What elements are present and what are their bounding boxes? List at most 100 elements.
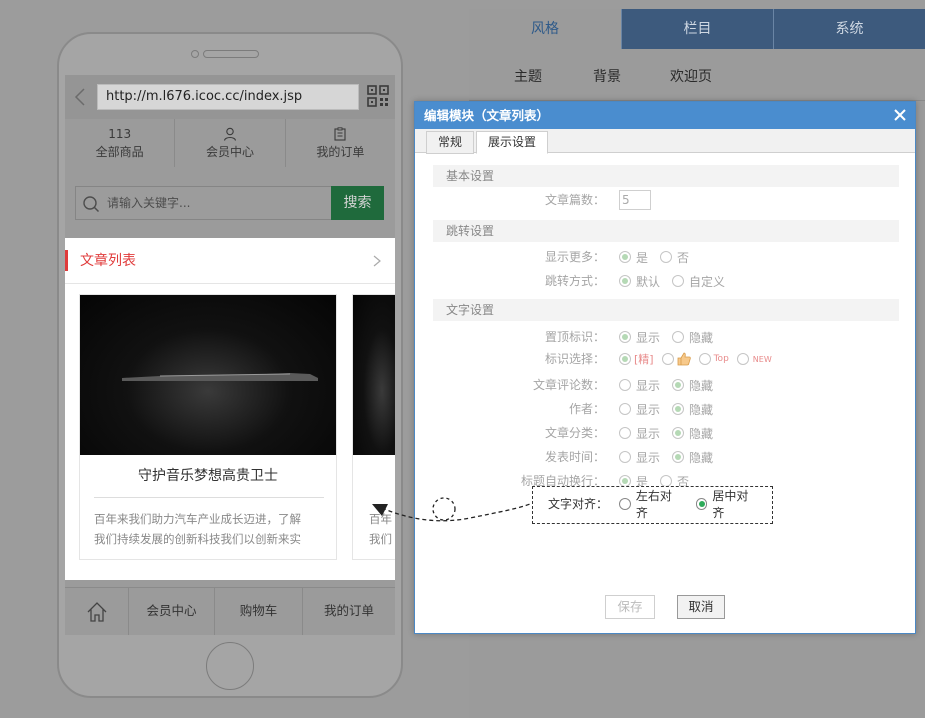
option-label: 默认 — [636, 274, 661, 289]
search-box[interactable]: 请输入关键字... 搜索 — [75, 186, 384, 220]
option-label: 显示 — [636, 330, 661, 345]
top-mark-hide-radio[interactable] — [672, 331, 685, 343]
settings-tabs: 风格 栏目 系统 — [469, 9, 925, 49]
cancel-button[interactable]: 取消 — [677, 595, 725, 619]
mark-thumb-radio[interactable] — [661, 353, 674, 365]
bottom-nav-home[interactable] — [65, 588, 129, 635]
nav-member-center[interactable]: 会员中心 — [175, 119, 286, 167]
summary-line: 我们 — [369, 532, 392, 546]
jump-custom-radio[interactable] — [672, 275, 685, 287]
phone-home-button — [206, 642, 254, 690]
show-more-yes-radio[interactable] — [619, 251, 631, 263]
save-button[interactable]: 保存 — [605, 595, 655, 619]
mark-top-radio[interactable] — [698, 353, 711, 365]
nav-label: 我的订单 — [316, 145, 365, 159]
article-count-input[interactable]: 5 — [619, 190, 651, 210]
align-justify-radio[interactable] — [619, 498, 631, 510]
nav-label: 全部商品 — [95, 145, 144, 159]
option-label: 否 — [677, 250, 690, 265]
tab-columns[interactable]: 栏目 — [620, 9, 773, 49]
camera-dot — [191, 50, 199, 58]
qr-code-icon[interactable] — [367, 85, 389, 107]
row-mark-select: 标识选择： [精] Top NEW — [415, 349, 915, 369]
search-icon — [83, 196, 100, 213]
article-card[interactable]: 守护音乐梦想高贵卫士 百年来我们助力汽车产业成长迈进，了解 我们持续发展的创新科… — [79, 294, 337, 560]
author-show-radio[interactable] — [619, 403, 631, 415]
section-jump: 跳转设置 — [433, 220, 899, 242]
field-label: 标识选择： — [544, 352, 605, 366]
tab-display-settings[interactable]: 展示设置 — [476, 131, 549, 154]
option-label: 显示 — [636, 450, 661, 465]
publish-time-hide-radio[interactable] — [672, 451, 685, 463]
url-input[interactable]: http://m.l676.icoc.cc/index.jsp — [97, 84, 359, 110]
bottom-nav-cart[interactable]: 购物车 — [215, 588, 303, 635]
field-label: 跳转方式： — [544, 274, 605, 288]
subtab-welcome-page[interactable]: 欢迎页 — [670, 49, 712, 105]
option-label: 显示 — [636, 426, 661, 441]
nav-all-products[interactable]: 113 全部商品 — [65, 119, 176, 167]
mark-new-radio[interactable] — [736, 353, 749, 365]
option-label: 隐藏 — [689, 426, 714, 441]
title-accent-bar — [65, 250, 68, 271]
article-image — [80, 295, 336, 455]
close-icon[interactable] — [891, 106, 909, 124]
summary-line: 百年来我们助力汽车产业成长迈进，了解 — [94, 512, 301, 526]
bottom-nav: 会员中心 购物车 我的订单 — [65, 587, 395, 635]
row-author: 作者： 显示 隐藏 — [415, 399, 915, 419]
comments-show-radio[interactable] — [619, 379, 631, 391]
subtab-theme[interactable]: 主题 — [498, 49, 558, 105]
back-arrow-icon[interactable] — [73, 87, 87, 107]
show-more-no-radio[interactable] — [660, 251, 673, 263]
article-list-header[interactable]: 文章列表 — [65, 238, 395, 284]
field-label: 置顶标识： — [544, 330, 605, 344]
article-title: 守护音乐梦想高贵卫士 — [138, 468, 278, 484]
subtab-background[interactable]: 背景 — [593, 49, 621, 105]
chevron-right-icon — [373, 255, 381, 267]
phone-screen: http://m.l676.icoc.cc/index.jsp 113 全部商品… — [65, 75, 395, 635]
home-icon — [87, 601, 106, 622]
annotation-connector — [372, 497, 531, 522]
mark-new-tag: NEW — [752, 354, 772, 364]
style-subtabs: 主题 背景 欢迎页 — [469, 49, 925, 105]
publish-time-show-radio[interactable] — [619, 451, 631, 463]
product-count: 113 — [108, 127, 132, 141]
order-icon — [334, 127, 346, 141]
dialog-tabs: 常规 展示设置 — [415, 129, 915, 154]
mark-top-tag: Top — [713, 354, 729, 364]
option-label: 是 — [636, 250, 649, 265]
option-label: 隐藏 — [689, 330, 714, 345]
url-bar: http://m.l676.icoc.cc/index.jsp — [65, 75, 395, 119]
text-align-highlight: 文字对齐： 左右对齐 居中对齐 — [532, 486, 773, 524]
mark-jing-radio[interactable] — [619, 353, 631, 365]
jump-default-radio[interactable] — [619, 275, 631, 287]
author-hide-radio[interactable] — [672, 403, 685, 415]
search-placeholder: 请输入关键字... — [107, 196, 191, 210]
row-comments: 文章评论数： 显示 隐藏 — [415, 375, 915, 395]
category-hide-radio[interactable] — [672, 427, 685, 439]
edit-module-dialog: 编辑模块（文章列表） 常规 展示设置 基本设置 文章篇数： 5 跳转设置 显示更… — [414, 101, 916, 634]
field-label: 文章篇数： — [544, 193, 605, 207]
nav-my-orders[interactable]: 我的订单 — [286, 119, 395, 167]
nav-label: 会员中心 — [205, 145, 254, 159]
field-label: 作者： — [568, 402, 605, 416]
option-label: 隐藏 — [689, 450, 714, 465]
top-nav: 113 全部商品 会员中心 我的订单 — [65, 119, 395, 167]
search-button[interactable]: 搜索 — [331, 186, 384, 220]
top-mark-show-radio[interactable] — [619, 331, 631, 343]
comments-hide-radio[interactable] — [672, 379, 685, 391]
article-list-title: 文章列表 — [80, 253, 136, 269]
bottom-nav-orders[interactable]: 我的订单 — [303, 588, 395, 635]
section-text: 文字设置 — [433, 299, 899, 321]
bottom-nav-member[interactable]: 会员中心 — [129, 588, 215, 635]
align-center-radio[interactable] — [695, 498, 708, 510]
option-label: 自定义 — [689, 274, 726, 289]
article-summary: 百年来我们助力汽车产业成长迈进，了解 我们持续发展的创新科技我们以创新来实 — [94, 509, 326, 549]
field-label: 显示更多： — [544, 250, 605, 264]
mark-jing-tag: [精] — [634, 353, 654, 366]
tab-general[interactable]: 常规 — [426, 131, 475, 154]
tab-system[interactable]: 系统 — [772, 9, 925, 49]
category-show-radio[interactable] — [619, 427, 631, 439]
field-label: 文章评论数： — [532, 378, 605, 392]
tab-style[interactable]: 风格 — [469, 9, 621, 49]
row-article-count: 文章篇数： 5 — [415, 190, 915, 210]
